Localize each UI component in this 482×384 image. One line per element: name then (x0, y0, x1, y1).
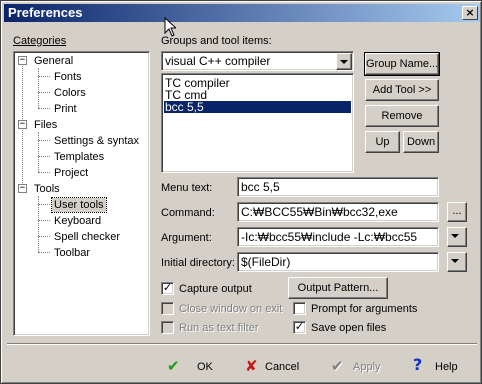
tree-item-project[interactable]: Project (54, 166, 88, 180)
save-open-files-label: Save open files (311, 322, 387, 334)
tree-item-general[interactable]: General (34, 54, 73, 68)
tree-branch (38, 236, 50, 237)
save-open-files-checkbox[interactable]: ✓ (293, 321, 306, 334)
argument-label: Argument: (161, 232, 212, 244)
add-tool-button[interactable]: Add Tool >> (365, 79, 439, 101)
tree-branch (38, 76, 50, 77)
preferences-dialog: Preferences × Categories − General Fonts… (0, 0, 482, 384)
help-label: Help (435, 361, 458, 373)
initial-directory-field[interactable]: $(FileDir) (237, 252, 439, 272)
tree-item-tools[interactable]: Tools (34, 182, 60, 196)
tree-item-settings-syntax[interactable]: Settings & syntax (54, 134, 139, 148)
categories-tree[interactable]: − General Fonts Colors Print − Files Set… (13, 51, 150, 336)
close-icon[interactable]: × (462, 6, 478, 20)
group-select-value: visual C++ compiler (165, 54, 271, 68)
title-bar[interactable]: Preferences × (4, 4, 480, 22)
window-title: Preferences (8, 5, 83, 20)
tree-item-user-tools[interactable]: User tools (51, 197, 107, 213)
chevron-down-icon[interactable] (336, 53, 352, 70)
remove-button[interactable]: Remove (365, 105, 439, 127)
cancel-x-icon: ✘ (245, 357, 258, 375)
mouse-cursor-icon (164, 17, 176, 37)
tree-item-colors[interactable]: Colors (54, 86, 86, 100)
cancel-label: Cancel (265, 361, 300, 373)
ok-label: OK (197, 361, 213, 373)
apply-check-icon: ✔ (331, 357, 344, 375)
menu-text-value: bcc 5,5 (241, 180, 280, 194)
initial-directory-chevron-icon[interactable] (447, 252, 467, 272)
apply-label: Apply (353, 361, 381, 373)
tree-branch (38, 172, 50, 173)
tree-branch (38, 108, 50, 109)
tree-item-templates[interactable]: Templates (54, 150, 104, 164)
checkmark-icon: ✔ (167, 357, 180, 375)
argument-menu-chevron-icon[interactable] (447, 227, 467, 247)
menu-text-field[interactable]: bcc 5,5 (237, 177, 439, 197)
command-label: Command: (161, 207, 215, 219)
browse-button[interactable]: ... (447, 202, 467, 222)
tree-branch (38, 92, 50, 93)
ok-button[interactable]: ✔ OK (163, 357, 223, 377)
capture-output-label: Capture output (179, 283, 252, 295)
close-window-checkbox (161, 302, 174, 315)
tree-branch (38, 220, 50, 221)
run-as-filter-checkbox (161, 321, 174, 334)
cancel-button[interactable]: ✘ Cancel (241, 357, 307, 377)
initial-directory-value: $(FileDir) (241, 255, 291, 269)
initial-directory-label: Initial directory: (161, 257, 235, 269)
list-item-selected[interactable]: bcc 5,5 (164, 101, 351, 113)
menu-text-label: Menu text: (161, 182, 213, 194)
command-value: C:₩BCC55₩Bin₩bcc32,exe (241, 205, 398, 219)
output-pattern-button[interactable]: Output Pattern... (288, 277, 388, 299)
close-window-label: Close window on exit (179, 303, 283, 315)
collapse-icon[interactable]: − (18, 56, 27, 65)
argument-value: -Ic:₩bcc55₩include -Lc:₩bcc55 (241, 230, 418, 244)
tree-item-spell-checker[interactable]: Spell checker (54, 230, 120, 244)
tree-branch (38, 156, 50, 157)
up-button[interactable]: Up (365, 131, 400, 153)
tree-item-print[interactable]: Print (54, 102, 77, 116)
tree-branch (38, 252, 50, 253)
collapse-icon[interactable]: − (18, 184, 27, 193)
collapse-icon[interactable]: − (18, 120, 27, 129)
capture-output-checkbox[interactable]: ✓ (161, 282, 174, 295)
help-question-icon: ? (413, 355, 423, 374)
tree-item-keyboard[interactable]: Keyboard (54, 214, 101, 228)
tree-files-line (38, 132, 39, 172)
tool-items-list[interactable]: TC compiler TC cmd bcc 5,5 (161, 73, 354, 173)
run-as-filter-label: Run as text filter (179, 322, 259, 334)
tree-branch (38, 204, 50, 205)
apply-button: ✔ Apply (329, 357, 389, 377)
help-button[interactable]: ? Help (407, 357, 467, 377)
categories-label: Categories (13, 35, 67, 47)
groups-label: Groups and tool items: (161, 35, 272, 47)
footer-divider (7, 343, 477, 345)
prompt-arguments-checkbox[interactable] (293, 302, 306, 315)
tree-item-files[interactable]: Files (34, 118, 57, 132)
tree-item-fonts[interactable]: Fonts (54, 70, 82, 84)
tree-branch (38, 140, 50, 141)
argument-field[interactable]: -Ic:₩bcc55₩include -Lc:₩bcc55 (237, 227, 439, 247)
prompt-arguments-label: Prompt for arguments (311, 303, 418, 315)
group-name-button[interactable]: Group Name... (364, 52, 440, 76)
tree-general-line (38, 68, 39, 108)
tree-item-toolbar[interactable]: Toolbar (54, 246, 90, 260)
command-field[interactable]: C:₩BCC55₩Bin₩bcc32,exe (237, 202, 439, 222)
down-button[interactable]: Down (403, 131, 439, 153)
group-select[interactable]: visual C++ compiler (161, 51, 354, 71)
